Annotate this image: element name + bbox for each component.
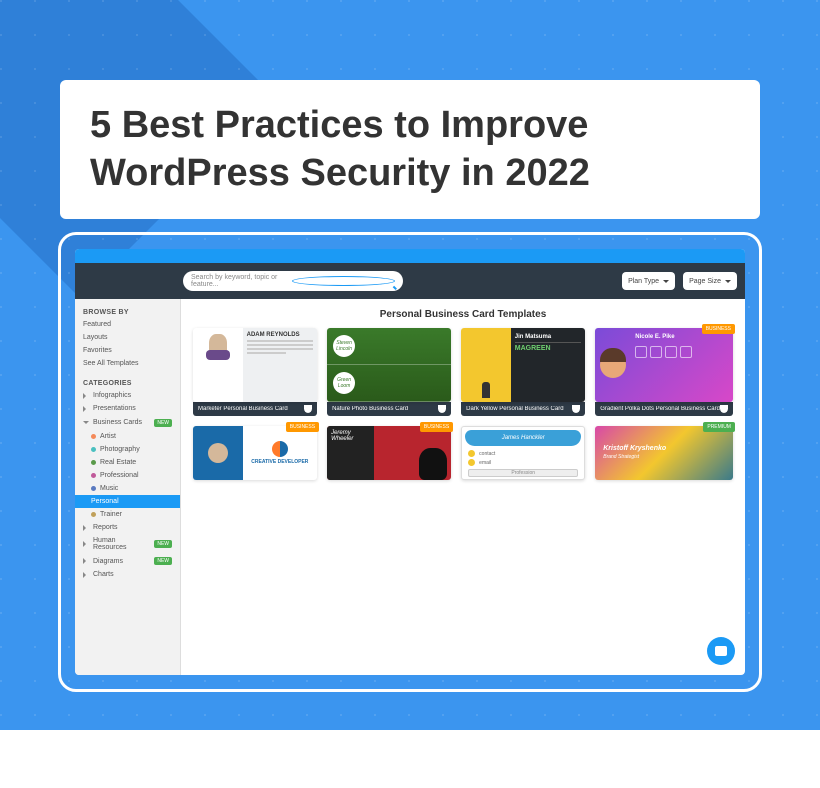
app-header: Search by keyword, topic or feature... P… [75,263,745,299]
sidebar-item[interactable]: Featured [75,318,180,331]
template-card[interactable]: Jin MatsumaMAGREENDark Yellow Personal B… [461,328,585,416]
template-card[interactable]: James HancklercontactemailProfession [461,426,585,480]
card-preview: Kristoff KryshenkoBrand Strategist [595,426,733,480]
card-badge: BUSINESS [286,422,319,432]
search-input[interactable]: Search by keyword, topic or feature... [183,271,403,291]
sidebar-item[interactable]: Charts [75,568,180,581]
color-dot-icon [91,486,96,491]
color-dot-icon [91,512,96,517]
embedded-screenshot: Search by keyword, topic or feature... P… [75,249,745,675]
sidebar-subitem[interactable]: Real Estate [75,456,180,469]
sidebar-item[interactable]: Business CardsNEW [75,415,180,430]
color-dot-icon [91,447,96,452]
sidebar-subitem[interactable]: Personal [75,495,180,508]
sidebar-subitem[interactable]: Music [75,482,180,495]
chat-icon[interactable] [707,637,735,665]
sidebar-subitem[interactable]: Photography [75,443,180,456]
color-dot-icon [91,434,96,439]
search-placeholder: Search by keyword, topic or feature... [191,274,292,288]
card-preview: Jeremy Wheeler [327,426,451,480]
template-card[interactable]: BUSINESSCREATIVE DEVELOPER [193,426,317,480]
card-caption: Gradient Polka Dots Personal Business Ca… [595,402,733,416]
color-dot-icon [91,473,96,478]
sidebar-subitem[interactable]: Professional [75,469,180,482]
template-card[interactable]: ADAM REYNOLDSMarketer Personal Business … [193,328,317,416]
sidebar-item[interactable]: See All Templates [75,357,180,370]
chevron-icon [83,541,89,547]
card-preview: ADAM REYNOLDS [193,328,317,402]
filter-page-size[interactable]: Page Size [683,272,737,290]
template-card[interactable]: PREMIUMKristoff KryshenkoBrand Strategis… [595,426,733,480]
search-icon [292,276,395,286]
new-badge: NEW [154,540,172,548]
main-panel: Personal Business Card Templates ADAM RE… [181,299,745,675]
sidebar-subitem[interactable]: Artist [75,430,180,443]
card-preview: James HancklercontactemailProfession [461,426,585,480]
card-preview: CREATIVE DEVELOPER [193,426,317,480]
template-grid: ADAM REYNOLDSMarketer Personal Business … [181,328,745,480]
heart-icon[interactable] [438,405,446,413]
chevron-icon [83,558,89,564]
browse-by-title: BROWSE BY [75,305,180,318]
screenshot-frame: Search by keyword, topic or feature... P… [58,232,762,692]
sidebar-item[interactable]: Human ResourcesNEW [75,534,180,554]
template-card[interactable]: Steven LincolnGreen LoomNature Photo Bus… [327,328,451,416]
template-card[interactable]: BUSINESSNicole E. PikeGradient Polka Dot… [595,328,733,416]
sidebar: BROWSE BY FeaturedLayoutsFavoritesSee Al… [75,299,181,675]
new-badge: NEW [154,419,172,427]
color-dot-icon [91,460,96,465]
gallery-title: Personal Business Card Templates [181,299,745,328]
heart-icon[interactable] [572,405,580,413]
chevron-icon [83,525,89,531]
sidebar-item[interactable]: Reports [75,521,180,534]
sidebar-item[interactable]: Favorites [75,344,180,357]
filter-plan-type[interactable]: Plan Type [622,272,675,290]
new-badge: NEW [154,557,172,565]
card-caption: Dark Yellow Personal Business Card [461,402,585,416]
heart-icon[interactable] [304,405,312,413]
page-title: 5 Best Practices to Improve WordPress Se… [90,102,730,197]
sidebar-item[interactable]: Presentations [75,402,180,415]
hero-banner: 5 Best Practices to Improve WordPress Se… [0,0,820,730]
card-badge: PREMIUM [703,422,735,432]
sidebar-item[interactable]: Layouts [75,331,180,344]
heart-icon[interactable] [720,405,728,413]
categories-title: CATEGORIES [75,376,180,389]
card-badge: BUSINESS [420,422,453,432]
chevron-icon [83,572,89,578]
template-card[interactable]: BUSINESSJeremy Wheeler [327,426,451,480]
chevron-icon [83,406,89,412]
sidebar-item[interactable]: Infographics [75,389,180,402]
card-caption: Nature Photo Business Card [327,402,451,416]
title-card: 5 Best Practices to Improve WordPress Se… [60,80,760,219]
chevron-icon [83,393,89,399]
card-preview: Jin MatsumaMAGREEN [461,328,585,402]
chevron-icon [83,421,89,427]
card-preview: Nicole E. Pike [595,328,733,402]
sidebar-subitem[interactable]: Trainer [75,508,180,521]
card-badge: BUSINESS [702,324,735,334]
card-caption: Marketer Personal Business Card [193,402,317,416]
browser-topbar [75,249,745,263]
sidebar-item[interactable]: DiagramsNEW [75,554,180,568]
card-preview: Steven LincolnGreen Loom [327,328,451,402]
